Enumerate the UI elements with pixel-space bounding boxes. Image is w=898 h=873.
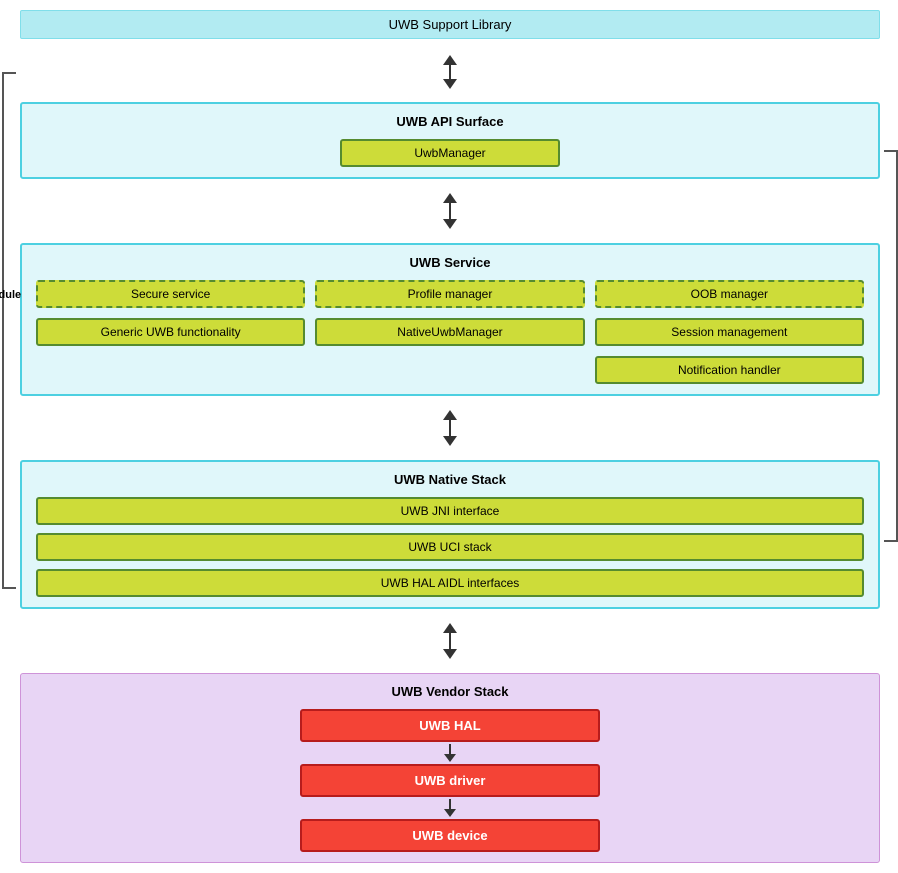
uwb-native-stack: UWB Native Stack UWB JNI interface UWB U…: [20, 460, 880, 609]
arrow-service-to-native: [440, 410, 460, 446]
uwb-manager: UwbManager: [340, 139, 560, 167]
oob-manager: OOB manager: [595, 280, 864, 308]
uwb-uci-stack: UWB UCI stack: [36, 533, 864, 561]
profile-manager: Profile manager: [315, 280, 584, 308]
native-uwb-manager: NativeUwbManager: [315, 318, 584, 346]
uwb-support-library: UWB Support Library: [20, 10, 880, 39]
arrow-hal-to-driver: [444, 744, 456, 762]
arrow-api-to-service: [440, 193, 460, 229]
arrow-support-to-api: [440, 55, 460, 89]
uwb-driver: UWB driver: [300, 764, 600, 797]
uwb-service: UWB Service Secure service Profile manag…: [20, 243, 880, 396]
generic-uwb-functionality: Generic UWB functionality: [36, 318, 305, 346]
secure-service: Secure service: [36, 280, 305, 308]
notification-handler: Notification handler: [595, 356, 864, 384]
session-management: Session management: [595, 318, 864, 346]
uwb-vendor-stack: UWB Vendor Stack UWB HAL UWB driver: [20, 673, 880, 863]
arrow-driver-to-device: [444, 799, 456, 817]
uwb-hal-aidl-interfaces: UWB HAL AIDL interfaces: [36, 569, 864, 597]
uwb-device: UWB device: [300, 819, 600, 852]
uwb-jni-interface: UWB JNI interface: [36, 497, 864, 525]
uwb-api-surface: UWB API Surface UwbManager: [20, 102, 880, 179]
arrow-native-to-vendor: [440, 623, 460, 659]
aosp-label: AOSP module: [0, 289, 21, 301]
uwb-hal: UWB HAL: [300, 709, 600, 742]
